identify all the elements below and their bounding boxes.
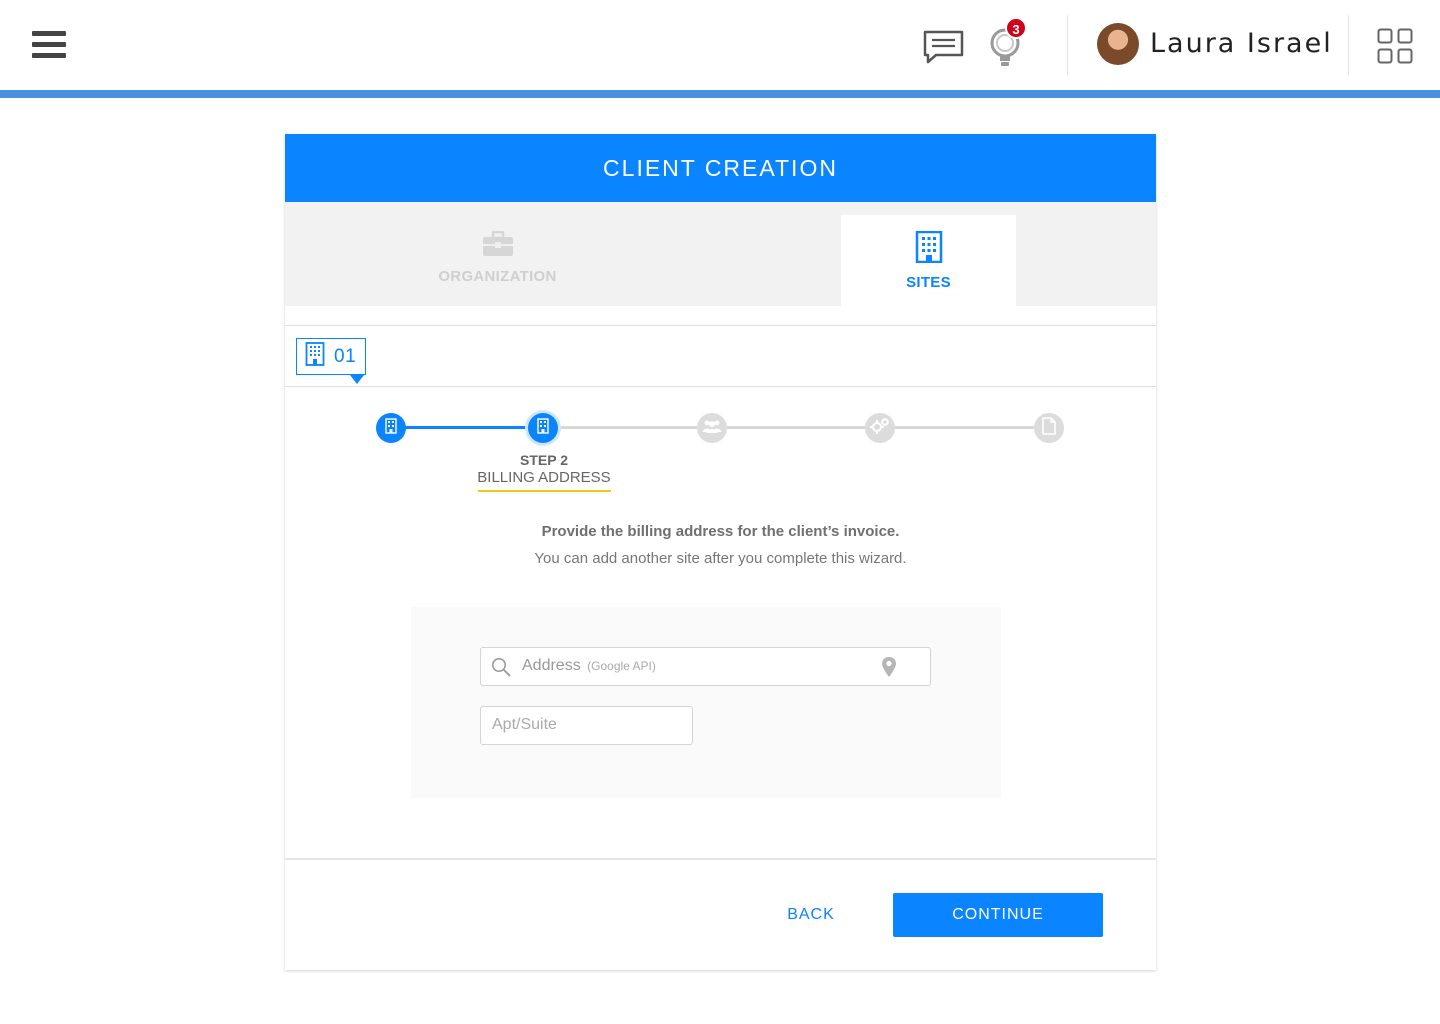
footer-divider <box>285 858 1156 860</box>
building-icon <box>305 342 325 371</box>
wizard-stepper: STEP 2 BILLING ADDRESS <box>285 387 1156 507</box>
client-creation-card: CLIENT CREATION ORGANIZATION SITES 01 ST… <box>285 134 1156 970</box>
location-pin-icon[interactable] <box>881 656 897 683</box>
header-divider <box>1348 15 1349 75</box>
current-step-underline <box>478 490 611 492</box>
stepper-track-complete <box>391 426 543 429</box>
address-placeholder: Address (Google API) <box>522 657 656 675</box>
tab-bar: ORGANIZATION SITES <box>285 202 1156 306</box>
notification-badge: 3 <box>1005 17 1027 39</box>
header-divider <box>1067 15 1068 75</box>
tab-sites-label: SITES <box>906 274 951 291</box>
chat-icon[interactable] <box>922 29 966 65</box>
continue-button[interactable]: CONTINUE <box>893 893 1103 937</box>
instructions-subtitle: You can add another site after you compl… <box>534 550 907 567</box>
apps-grid-icon[interactable] <box>1377 28 1413 64</box>
header-accent-strip <box>0 90 1440 98</box>
gears-icon <box>870 417 890 440</box>
hamburger-menu-icon[interactable] <box>32 31 66 59</box>
step-4-dot[interactable] <box>865 413 895 443</box>
top-bar: 3 Laura Israel <box>0 0 1440 90</box>
address-input[interactable]: Address (Google API) <box>480 647 931 686</box>
document-icon <box>1042 416 1056 440</box>
instructions-title: Provide the billing address for the clie… <box>541 523 900 540</box>
briefcase-icon <box>285 230 710 262</box>
step-2-dot[interactable] <box>528 413 558 443</box>
card-title: CLIENT CREATION <box>285 134 1156 202</box>
search-icon <box>491 657 511 682</box>
step-5-dot[interactable] <box>1034 413 1064 443</box>
tab-organization-label: ORGANIZATION <box>438 268 557 285</box>
tab-organization[interactable]: ORGANIZATION <box>285 215 710 306</box>
site-badge[interactable]: 01 <box>296 338 366 384</box>
people-icon <box>702 419 722 438</box>
apt-suite-input[interactable]: Apt/Suite <box>480 706 693 745</box>
address-hint: (Google API) <box>587 659 656 673</box>
address-placeholder-text: Address <box>522 657 581 674</box>
avatar[interactable] <box>1097 23 1139 65</box>
building-icon <box>537 417 549 439</box>
divider <box>285 325 1156 326</box>
site-badge-pointer <box>350 375 364 384</box>
apt-suite-placeholder: Apt/Suite <box>492 716 557 733</box>
tab-sites[interactable]: SITES <box>841 215 1016 306</box>
site-number: 01 <box>334 345 357 367</box>
user-name[interactable]: Laura Israel <box>1150 28 1333 59</box>
current-step-number: STEP 2 <box>520 452 568 468</box>
current-step-name: BILLING ADDRESS <box>477 469 611 486</box>
stepper-track-pending <box>543 426 1049 429</box>
step-3-dot[interactable] <box>697 413 727 443</box>
building-icon <box>385 417 397 439</box>
back-button[interactable]: BACK <box>770 893 852 937</box>
building-icon <box>841 230 1016 268</box>
billing-address-form: Address (Google API) Apt/Suite <box>411 607 1001 798</box>
step-1-dot[interactable] <box>376 413 406 443</box>
